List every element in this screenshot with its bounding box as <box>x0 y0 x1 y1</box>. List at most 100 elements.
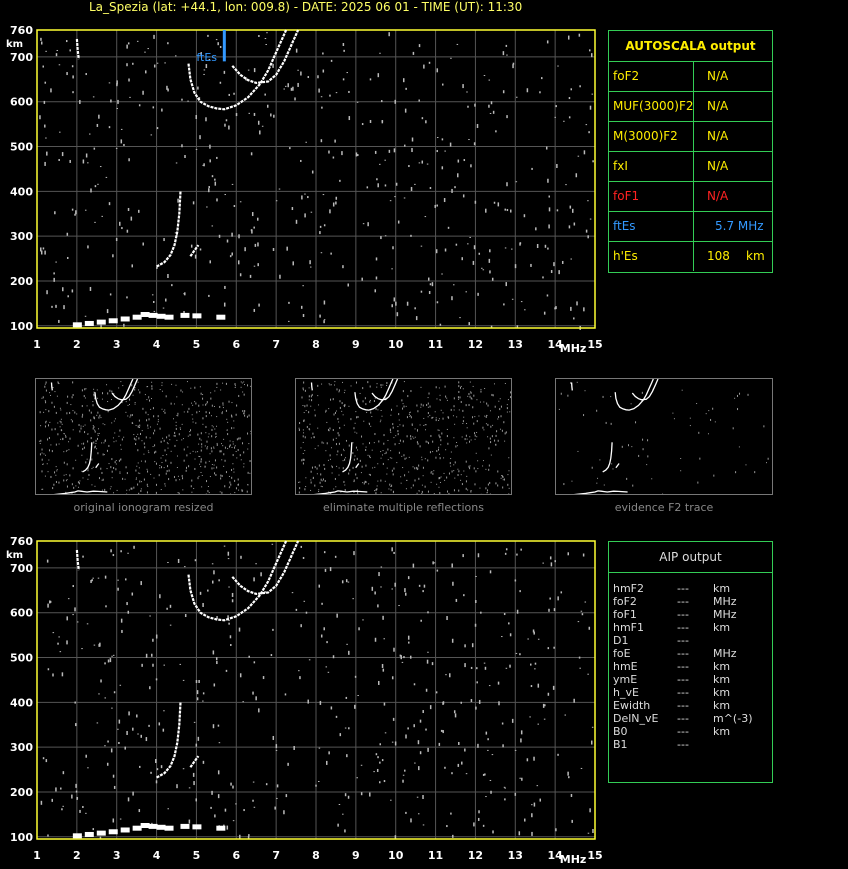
noise-dot <box>55 304 57 308</box>
noise-dot <box>453 284 455 286</box>
noise-dot <box>510 396 511 399</box>
noise-dot <box>309 429 311 431</box>
noise-dot <box>211 467 213 470</box>
noise-dot <box>257 217 259 221</box>
noise-dot <box>591 726 594 728</box>
noise-dot <box>380 409 382 411</box>
noise-dot <box>86 405 88 407</box>
noise-dot <box>194 401 196 403</box>
noise-dot <box>456 441 458 443</box>
noise-dot <box>148 452 150 454</box>
noise-dot <box>603 484 605 486</box>
noise-dot <box>305 486 307 488</box>
noise-dot <box>62 771 65 775</box>
noise-dot <box>87 440 89 443</box>
noise-dot <box>97 397 99 399</box>
noise-dot <box>118 719 121 724</box>
noise-dot <box>438 387 440 389</box>
noise-dot <box>402 78 405 83</box>
noise-dot <box>401 661 404 663</box>
noise-dot <box>435 417 437 419</box>
noise-dot <box>356 477 358 480</box>
ftes-label: ftEs <box>196 51 217 64</box>
noise-dot <box>228 620 230 622</box>
noise-dot <box>214 178 216 181</box>
noise-dot <box>405 811 407 814</box>
noise-dot <box>43 453 45 455</box>
noise-dot <box>167 273 169 278</box>
noise-dot <box>481 267 483 269</box>
noise-dot <box>232 785 234 789</box>
noise-dot <box>449 673 451 678</box>
noise-dot <box>503 786 506 788</box>
noise-dot <box>298 491 300 494</box>
noise-dot <box>123 436 125 438</box>
noise-dot <box>156 768 159 771</box>
noise-dot <box>509 633 512 637</box>
noise-dot <box>150 134 153 136</box>
noise-dot <box>646 464 648 466</box>
noise-dot <box>353 551 355 556</box>
noise-dot <box>209 260 211 264</box>
noise-dot <box>462 423 464 425</box>
noise-dot <box>399 654 402 657</box>
noise-dot <box>85 461 87 464</box>
noise-dot <box>248 414 250 417</box>
noise-dot <box>323 551 326 554</box>
noise-dot <box>96 722 99 724</box>
noise-dot <box>446 476 448 479</box>
noise-dot <box>205 493 207 494</box>
noise-dot <box>348 650 350 655</box>
noise-dot <box>437 429 439 431</box>
y-tick-label: 400 <box>10 696 33 709</box>
aip-value: --- <box>677 686 689 699</box>
noise-dot <box>590 53 593 58</box>
noise-dot <box>547 247 549 250</box>
noise-dot <box>314 484 316 487</box>
noise-dot <box>120 128 123 130</box>
noise-dot <box>46 463 48 465</box>
noise-dot <box>114 461 116 464</box>
trace-point-es_low <box>164 825 174 831</box>
noise-dot <box>166 436 168 439</box>
noise-dot <box>101 471 103 474</box>
noise-dot <box>57 422 59 424</box>
noise-dot <box>203 73 205 75</box>
noise-dot <box>42 757 45 760</box>
autoscala-panel: AUTOSCALA output foF2 N/A MUF(3000)F2 N/A M(… <box>608 30 773 273</box>
noise-dot <box>298 670 300 672</box>
noise-dot <box>466 438 468 440</box>
noise-dot <box>226 239 229 243</box>
noise-dot <box>48 424 50 427</box>
noise-dot <box>127 404 129 406</box>
noise-dot <box>279 274 281 279</box>
noise-dot <box>196 697 199 701</box>
noise-dot <box>393 437 395 439</box>
noise-dot <box>113 441 115 443</box>
noise-dot <box>457 763 460 767</box>
noise-dot <box>335 196 338 200</box>
x-tick-label: 5 <box>193 338 201 351</box>
noise-dot <box>381 663 384 668</box>
noise-dot <box>365 403 367 406</box>
noise-dot <box>401 399 403 402</box>
noise-dot <box>209 159 211 163</box>
x-tick-label: 2 <box>73 849 81 862</box>
noise-dot <box>488 464 490 467</box>
noise-dot <box>227 551 230 556</box>
thumbnail-eliminate-multiple <box>295 378 512 495</box>
noise-dot <box>139 424 141 427</box>
noise-dot <box>374 433 376 436</box>
aip-value: --- <box>677 725 689 738</box>
noise-dot <box>239 454 241 457</box>
noise-dot <box>412 466 414 468</box>
noise-dot <box>134 403 136 405</box>
noise-dot <box>58 64 61 66</box>
noise-dot <box>94 185 97 188</box>
noise-dot <box>390 489 392 491</box>
noise-dot <box>498 400 500 402</box>
noise-dot <box>464 748 466 752</box>
noise-dot <box>42 463 44 465</box>
noise-dot <box>115 440 117 442</box>
noise-dot <box>81 470 83 472</box>
